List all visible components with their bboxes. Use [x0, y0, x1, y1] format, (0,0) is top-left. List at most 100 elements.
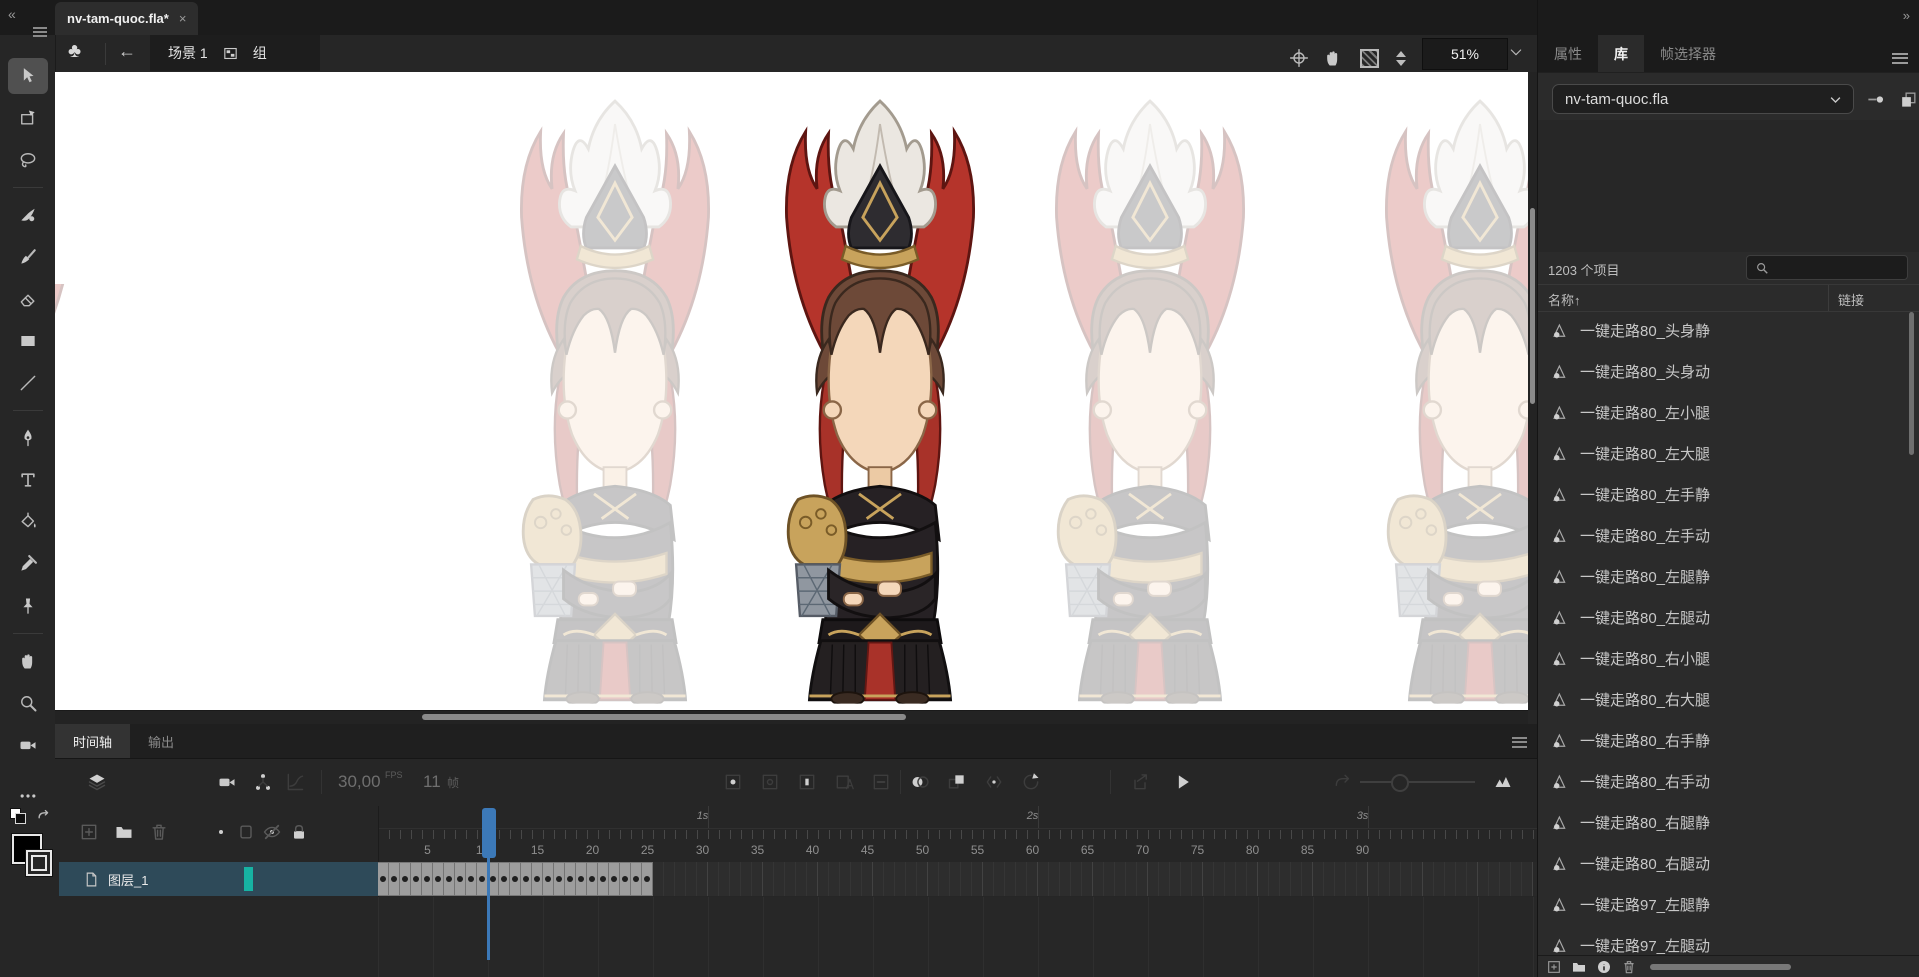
new-layer-icon[interactable]	[79, 822, 99, 847]
empty-frame-cell[interactable]	[1522, 862, 1533, 896]
keyframe-cell[interactable]	[389, 862, 400, 896]
empty-frame-cell[interactable]	[840, 862, 851, 896]
insert-frame-icon[interactable]	[797, 772, 817, 797]
keyframe-cell[interactable]	[543, 862, 554, 896]
onion-markers-icon[interactable]	[984, 772, 1004, 797]
empty-frame-cell[interactable]	[1390, 862, 1401, 896]
empty-frame-cell[interactable]	[1500, 862, 1511, 896]
loop-frames-icon[interactable]	[1021, 772, 1041, 797]
add-camera-icon[interactable]	[217, 772, 237, 797]
asset-warp-tool[interactable]	[8, 588, 48, 624]
highlight-column-icon[interactable]	[211, 822, 231, 847]
empty-frame-cell[interactable]	[994, 862, 1005, 896]
library-document-select[interactable]: nv-tam-quoc.fla	[1552, 84, 1854, 114]
empty-frame-cell[interactable]	[1159, 862, 1170, 896]
empty-frame-cell[interactable]	[1181, 862, 1192, 896]
graph-editor-icon[interactable]	[285, 772, 305, 797]
library-item[interactable]: 一键走路80_右手动	[1538, 761, 1906, 802]
empty-frame-cell[interactable]	[818, 862, 829, 896]
empty-frame-cell[interactable]	[686, 862, 697, 896]
back-arrow-button[interactable]: ←	[118, 41, 136, 62]
character-figure[interactable]	[737, 74, 1023, 704]
keyframe-cell[interactable]	[554, 862, 565, 896]
empty-frame-cell[interactable]	[1258, 862, 1269, 896]
collapse-panel-icon[interactable]: «	[8, 6, 16, 22]
library-item[interactable]: 一键走路80_右大腿	[1538, 679, 1906, 720]
empty-frame-cell[interactable]	[1192, 862, 1203, 896]
rotate-view-icon[interactable]	[1322, 47, 1344, 69]
empty-frame-cell[interactable]	[1016, 862, 1027, 896]
library-item[interactable]: 一键走路97_左腿静	[1538, 884, 1906, 925]
keyframe-cell[interactable]	[411, 862, 422, 896]
stage-canvas[interactable]	[55, 72, 1528, 710]
empty-frame-cell[interactable]	[1401, 862, 1412, 896]
empty-frame-cell[interactable]	[1357, 862, 1368, 896]
keyframe-cell[interactable]	[510, 862, 521, 896]
empty-frame-cell[interactable]	[1071, 862, 1082, 896]
empty-frame-cell[interactable]	[1027, 862, 1038, 896]
empty-frame-cell[interactable]	[906, 862, 917, 896]
tab-properties[interactable]: 属性	[1538, 35, 1598, 72]
keyframe-cell[interactable]	[378, 862, 389, 896]
empty-frame-cell[interactable]	[1049, 862, 1060, 896]
empty-frame-cell[interactable]	[719, 862, 730, 896]
empty-frame-cell[interactable]	[1148, 862, 1159, 896]
panel-menu-icon[interactable]	[1892, 50, 1908, 66]
library-item[interactable]: 一键走路80_右手静	[1538, 720, 1906, 761]
timeline-empty-area[interactable]	[378, 897, 1537, 977]
empty-frame-cell[interactable]	[862, 862, 873, 896]
play-icon[interactable]	[1173, 772, 1193, 797]
symbol-clubs-icon[interactable]: ♣	[68, 40, 81, 63]
frame-strip[interactable]	[378, 862, 1537, 896]
empty-frame-cell[interactable]	[1489, 862, 1500, 896]
zoom-dropdown-chevron-icon[interactable]	[1508, 44, 1524, 60]
keyframe-cell[interactable]	[400, 862, 411, 896]
insert-keyframe-icon[interactable]	[723, 772, 743, 797]
empty-frame-cell[interactable]	[785, 862, 796, 896]
library-item[interactable]: 一键走路80_左小腿	[1538, 392, 1906, 433]
clip-content-icon[interactable]	[1358, 47, 1380, 69]
keyframe-cell[interactable]	[565, 862, 576, 896]
frame-ruler[interactable]: 1s2s3s 510152025303540455055606570758085…	[378, 806, 1537, 860]
new-folder-icon[interactable]	[114, 822, 134, 847]
empty-frame-cell[interactable]	[884, 862, 895, 896]
delete-layer-icon[interactable]	[149, 822, 169, 847]
empty-frame-cell[interactable]	[697, 862, 708, 896]
item-properties-icon[interactable]	[1596, 959, 1612, 975]
empty-frame-cell[interactable]	[664, 862, 675, 896]
library-item[interactable]: 一键走路80_左手静	[1538, 474, 1906, 515]
empty-frame-cell[interactable]	[1082, 862, 1093, 896]
zoom-level-input[interactable]: 51%	[1422, 38, 1508, 70]
empty-frame-cell[interactable]	[1115, 862, 1126, 896]
keyframe-cell[interactable]	[466, 862, 477, 896]
keyframe-cell[interactable]	[642, 862, 653, 896]
empty-frame-cell[interactable]	[1412, 862, 1423, 896]
empty-frame-cell[interactable]	[1368, 862, 1379, 896]
library-item[interactable]: 一键走路80_右腿静	[1538, 802, 1906, 843]
empty-frame-cell[interactable]	[1038, 862, 1049, 896]
zoom-stepper[interactable]	[1390, 44, 1412, 72]
lock-column-icon[interactable]	[289, 822, 309, 847]
empty-frame-cell[interactable]	[873, 862, 884, 896]
empty-frame-cell[interactable]	[1225, 862, 1236, 896]
empty-frame-cell[interactable]	[1379, 862, 1390, 896]
empty-frame-cell[interactable]	[1434, 862, 1445, 896]
empty-frame-cell[interactable]	[675, 862, 686, 896]
empty-frame-cell[interactable]	[961, 862, 972, 896]
reset-timeline-zoom-icon[interactable]	[1333, 772, 1353, 797]
tab-frame-picker[interactable]: 帧选择器	[1644, 35, 1732, 72]
pen-tool[interactable]	[8, 420, 48, 456]
canvas-vscrollbar-thumb[interactable]	[1530, 208, 1535, 404]
empty-frame-cell[interactable]	[1423, 862, 1434, 896]
empty-frame-cell[interactable]	[752, 862, 763, 896]
empty-frame-cell[interactable]	[796, 862, 807, 896]
library-item[interactable]: 一键走路80_左腿静	[1538, 556, 1906, 597]
new-library-panel-icon[interactable]	[1899, 90, 1918, 109]
classic-brush-tool[interactable]	[8, 239, 48, 275]
fps-value[interactable]: 30,00	[338, 772, 381, 792]
empty-frame-cell[interactable]	[1324, 862, 1335, 896]
library-item[interactable]: 一键走路80_左手动	[1538, 515, 1906, 556]
keyframe-cell[interactable]	[598, 862, 609, 896]
empty-frame-cell[interactable]	[1093, 862, 1104, 896]
new-symbol-icon[interactable]	[1546, 959, 1562, 975]
